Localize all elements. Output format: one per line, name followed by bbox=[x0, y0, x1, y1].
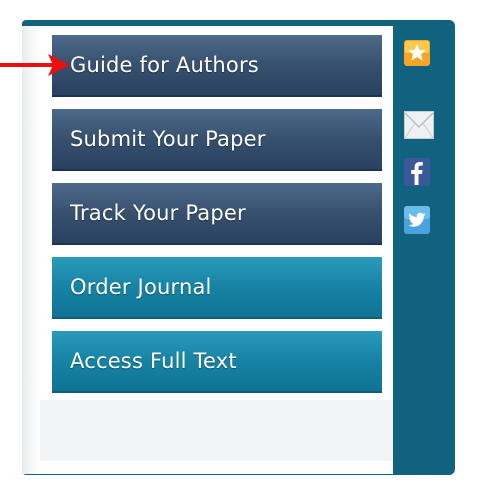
submit-your-paper-button[interactable]: Submit Your Paper bbox=[52, 109, 382, 171]
content-area-footer bbox=[40, 400, 393, 461]
red-arrow-annotation-icon bbox=[0, 54, 70, 76]
nav-item-label: Guide for Authors bbox=[70, 53, 259, 77]
star-icon[interactable] bbox=[404, 40, 430, 66]
track-your-paper-button[interactable]: Track Your Paper bbox=[52, 183, 382, 245]
journal-sidebar-widget: Guide for Authors Submit Your Paper Trac… bbox=[0, 0, 478, 496]
order-journal-button[interactable]: Order Journal bbox=[52, 257, 382, 319]
twitter-icon[interactable] bbox=[404, 206, 430, 234]
nav-item-label: Track Your Paper bbox=[70, 201, 246, 225]
nav-item-label: Order Journal bbox=[70, 275, 212, 299]
guide-for-authors-button[interactable]: Guide for Authors bbox=[52, 35, 382, 97]
facebook-icon[interactable] bbox=[404, 158, 430, 186]
journal-nav-menu: Guide for Authors Submit Your Paper Trac… bbox=[52, 35, 382, 405]
mail-icon[interactable] bbox=[404, 111, 434, 139]
access-full-text-button[interactable]: Access Full Text bbox=[52, 331, 382, 393]
nav-item-label: Access Full Text bbox=[70, 349, 237, 373]
content-area-left-shade bbox=[22, 26, 40, 474]
nav-item-label: Submit Your Paper bbox=[70, 127, 266, 151]
